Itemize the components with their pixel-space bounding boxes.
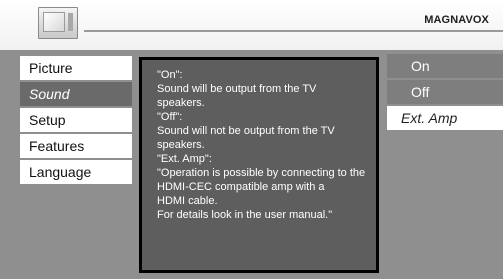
help-line: HDMI cable. [157,195,218,207]
help-line: Sound will not be output from the TV [157,125,335,137]
help-line: HDMI-CEC compatible amp with a [157,181,325,193]
menu-item-sound[interactable]: Sound [20,82,132,108]
help-line: "On": [157,69,183,81]
menu-item-picture[interactable]: Picture [20,56,132,82]
help-line: "Off": [157,111,183,123]
brand-logo: MAGNAVOX [424,14,489,26]
help-line: speakers. [157,97,205,109]
menu-item-setup[interactable]: Setup [20,108,132,134]
help-text-box: "On": Sound will be output from the TV s… [139,57,379,273]
help-line: For details look in the user manual." [157,209,333,221]
tv-icon [38,7,78,39]
help-line: "Ext. Amp": [157,153,212,165]
main-menu: Picture Sound Setup Features Language [20,56,132,186]
help-line: speakers. [157,139,205,151]
option-off[interactable]: Off [387,80,503,106]
option-ext-amp[interactable]: Ext. Amp [387,106,503,132]
option-on[interactable]: On [387,54,503,80]
menu-item-language[interactable]: Language [20,160,132,186]
menu-item-features[interactable]: Features [20,134,132,160]
help-line: "Operation is possible by connecting to … [157,167,366,179]
header-bar: MAGNAVOX [0,0,503,50]
tv-screen-shape [43,12,65,32]
tv-knob-shape [68,13,73,31]
help-line: Sound will be output from the TV [157,83,317,95]
sound-options-menu: On Off Ext. Amp [387,54,503,132]
header-divider [84,30,503,32]
